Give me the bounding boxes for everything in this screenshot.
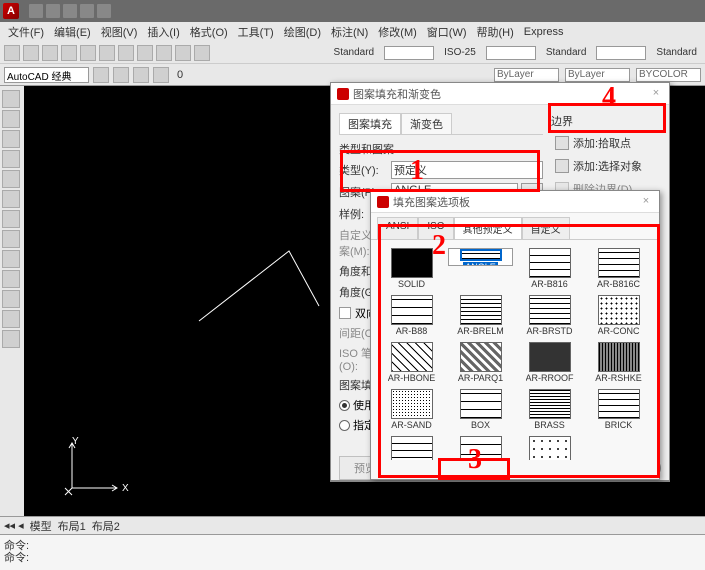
style-label: Standard <box>330 47 379 58</box>
style-box[interactable] <box>384 46 434 60</box>
hatch-title: 图案填充和渐变色 <box>353 86 441 102</box>
ltype-bylayer[interactable]: ByLayer <box>565 68 630 82</box>
annotation-box-1 <box>340 150 540 192</box>
annotation-4: 4 <box>602 82 616 114</box>
menu-bar: 文件(F) 编辑(E) 视图(V) 插入(I) 格式(O) 工具(T) 绘图(D… <box>0 22 705 42</box>
tb-pan[interactable] <box>175 45 191 61</box>
qat-btn[interactable] <box>46 4 60 18</box>
tab-hatch[interactable]: 图案填充 <box>339 113 401 134</box>
qat-btn[interactable] <box>80 4 94 18</box>
tab-model[interactable]: 模型 <box>30 518 52 534</box>
menu-view[interactable]: 视图(V) <box>97 22 142 42</box>
tb-copy[interactable] <box>99 45 115 61</box>
cmd-history: 命令: <box>4 537 701 549</box>
origin-current-radio[interactable] <box>339 400 350 411</box>
tb-open[interactable] <box>23 45 39 61</box>
tool-line[interactable] <box>2 90 20 108</box>
tool-hatch[interactable] <box>2 250 20 268</box>
add-select-button[interactable]: 添加:选择对象 <box>551 156 661 176</box>
command-window[interactable]: 命令: 命令: <box>0 534 705 570</box>
menu-modify[interactable]: 修改(M) <box>374 22 421 42</box>
palette-titlebar: 填充图案选项板 × <box>371 191 659 213</box>
layout-tabs: ◂◂ ◂ 模型 布局1 布局2 <box>0 516 705 534</box>
close-icon[interactable]: × <box>649 87 663 101</box>
annotation-1: 1 <box>410 155 424 187</box>
tb-save[interactable] <box>42 45 58 61</box>
std3-label: Standard <box>652 47 701 58</box>
tool-point[interactable] <box>2 290 20 308</box>
close-icon[interactable]: × <box>639 195 653 209</box>
menu-draw[interactable]: 绘图(D) <box>280 22 325 42</box>
tool-arc[interactable] <box>2 150 20 168</box>
palette-title: 填充图案选项板 <box>393 194 470 210</box>
qat-btn[interactable] <box>97 4 111 18</box>
dlg-icon <box>337 88 349 100</box>
tab-layout2[interactable]: 布局2 <box>92 518 120 534</box>
tool-polygon[interactable] <box>2 190 20 208</box>
menu-insert[interactable]: 插入(I) <box>143 22 183 42</box>
std2-label: Standard <box>542 47 591 58</box>
toolbar-std: Standard ISO-25 Standard Standard <box>0 42 705 64</box>
qat <box>29 4 111 18</box>
menu-format[interactable]: 格式(O) <box>186 22 232 42</box>
tab-layout1[interactable]: 布局1 <box>58 518 86 534</box>
pickpoint-icon <box>555 136 569 150</box>
qat-btn[interactable] <box>63 4 77 18</box>
tb-layer[interactable] <box>93 67 109 83</box>
std2-box[interactable] <box>596 46 646 60</box>
lweight-bylayer[interactable]: BYCOLOR <box>636 68 701 82</box>
tb-zoom[interactable] <box>194 45 210 61</box>
drawing-triangle <box>194 246 324 329</box>
menu-window[interactable]: 窗口(W) <box>423 22 471 42</box>
add-pickpoint-button[interactable]: 添加:拾取点 <box>551 133 661 153</box>
tb-layer2[interactable] <box>113 67 129 83</box>
tool-region[interactable] <box>2 310 20 328</box>
menu-express[interactable]: Express <box>520 24 568 40</box>
tb-undo[interactable] <box>137 45 153 61</box>
menu-file[interactable]: 文件(F) <box>4 22 48 42</box>
app-logo: A <box>3 3 19 19</box>
tab-nav-prev[interactable]: ◂◂ ◂ <box>4 519 24 532</box>
tool-circle[interactable] <box>2 130 20 148</box>
cmd-prompt: 命令: <box>4 549 701 561</box>
tool-spline[interactable] <box>2 230 20 248</box>
menu-help[interactable]: 帮助(H) <box>473 22 518 42</box>
tb-print[interactable] <box>61 45 77 61</box>
menu-edit[interactable]: 编辑(E) <box>50 22 95 42</box>
dlg-icon <box>377 196 389 208</box>
tb-new[interactable] <box>4 45 20 61</box>
origin-spec-radio[interactable] <box>339 420 350 431</box>
menu-dim[interactable]: 标注(N) <box>327 22 372 42</box>
bidir-check[interactable] <box>339 307 351 319</box>
tool-text[interactable] <box>2 270 20 288</box>
annotation-box-2 <box>378 224 660 478</box>
hatch-titlebar: 图案填充和渐变色 × <box>331 83 669 105</box>
color-bylayer[interactable]: ByLayer <box>494 68 559 82</box>
menu-tools[interactable]: 工具(T) <box>234 22 278 42</box>
tool-pline[interactable] <box>2 110 20 128</box>
tb-redo[interactable] <box>156 45 172 61</box>
window-titlebar: A <box>0 0 705 22</box>
layer-0: 0 <box>177 69 183 81</box>
draw-toolbar <box>0 86 24 516</box>
tool-ellipse[interactable] <box>2 210 20 228</box>
workspace-select[interactable]: AutoCAD 经典 <box>4 67 89 83</box>
tool-table[interactable] <box>2 330 20 348</box>
tb-layer3[interactable] <box>133 67 149 83</box>
tb-layer4[interactable] <box>153 67 169 83</box>
tool-rect[interactable] <box>2 170 20 188</box>
tb-paste[interactable] <box>118 45 134 61</box>
iso-label: ISO-25 <box>440 47 480 58</box>
select-icon <box>555 159 569 173</box>
qat-btn[interactable] <box>29 4 43 18</box>
annotation-3: 3 <box>468 444 482 476</box>
tb-cut[interactable] <box>80 45 96 61</box>
annotation-2: 2 <box>432 230 446 262</box>
iso-box[interactable] <box>486 46 536 60</box>
tab-gradient[interactable]: 渐变色 <box>401 113 452 134</box>
